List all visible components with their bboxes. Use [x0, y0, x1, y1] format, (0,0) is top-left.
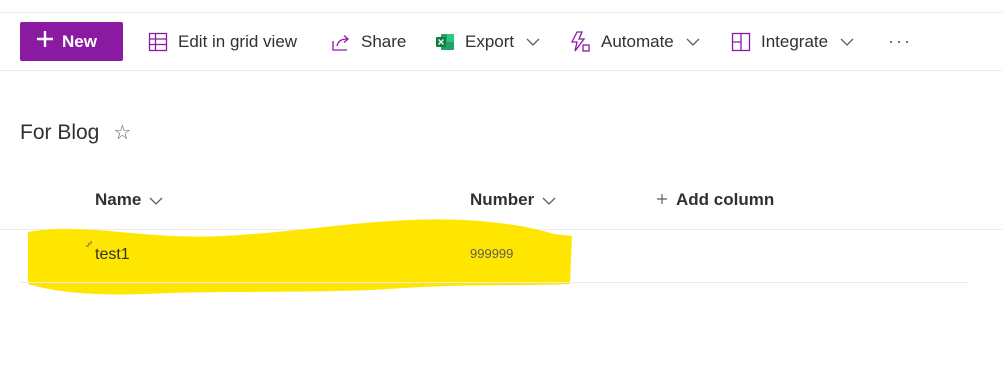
new-button[interactable]: New — [20, 22, 123, 61]
chevron-down-icon — [840, 38, 854, 46]
page-title: For Blog — [20, 120, 100, 144]
chevron-down-icon — [526, 38, 540, 46]
chevron-down-icon — [686, 38, 700, 46]
chevron-down-icon — [542, 190, 556, 210]
grid-icon — [148, 32, 168, 52]
row-divider — [20, 282, 968, 283]
integrate-label: Integrate — [761, 31, 829, 51]
edit-grid-view-button[interactable]: Edit in grid view — [148, 22, 297, 61]
automate-icon — [569, 30, 591, 53]
add-column-label: Add column — [676, 190, 775, 209]
share-label: Share — [361, 31, 407, 51]
export-label: Export — [465, 31, 515, 51]
edit-grid-view-label: Edit in grid view — [178, 31, 298, 51]
plus-icon — [656, 190, 668, 210]
integrate-button[interactable]: Integrate — [731, 22, 854, 61]
list-item-number: 999999 — [470, 246, 514, 261]
automate-label: Automate — [601, 31, 674, 51]
list-title-area: For Blog ☆ — [20, 120, 131, 145]
add-column-button[interactable]: Add column — [656, 190, 774, 210]
share-button[interactable]: Share — [331, 22, 406, 61]
column-header-number[interactable]: Number — [470, 190, 556, 210]
share-icon — [331, 32, 351, 52]
automate-button[interactable]: Automate — [569, 22, 700, 61]
more-icon[interactable]: ··· — [888, 22, 912, 61]
chevron-down-icon — [149, 190, 163, 210]
column-header-name[interactable]: Name — [95, 190, 163, 210]
command-bar: New Edit in grid view Share Export Autom… — [0, 13, 1002, 71]
star-icon[interactable]: ☆ — [113, 120, 131, 145]
plus-icon — [36, 30, 54, 53]
column-header-label: Name — [95, 190, 142, 209]
excel-icon — [435, 32, 455, 52]
new-button-label: New — [62, 31, 97, 51]
list-item-name[interactable]: test1 — [95, 246, 130, 264]
export-button[interactable]: Export — [435, 22, 540, 61]
integrate-icon — [731, 32, 751, 52]
column-header-label: Number — [470, 190, 535, 209]
